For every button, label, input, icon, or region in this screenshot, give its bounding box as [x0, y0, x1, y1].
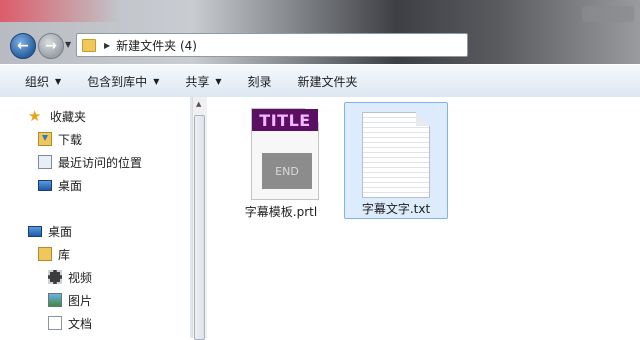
downloads-folder-icon	[38, 132, 52, 146]
nav-desktop-label: 桌面	[48, 224, 73, 239]
share-label: 共享	[185, 74, 210, 89]
forward-button[interactable]: →	[38, 33, 64, 59]
new-folder-label: 新建文件夹	[297, 74, 358, 89]
video-library-icon	[48, 270, 62, 284]
nav-item-videos[interactable]: 视频	[48, 267, 92, 287]
nav-item-label: 视频	[68, 270, 93, 285]
desktop-icon	[28, 225, 42, 237]
thumbnail-title-text: TITLE	[259, 110, 311, 130]
arrow-right-icon: →	[45, 38, 57, 54]
nav-libraries-label: 库	[58, 247, 71, 262]
back-button[interactable]: ←	[10, 33, 36, 59]
breadcrumb-chevron-icon[interactable]: ▶	[104, 41, 110, 50]
nav-item-desktop-favorite[interactable]: 桌面	[38, 175, 82, 195]
file-item-txt[interactable]: 字幕文字.txt	[344, 102, 448, 219]
background-blur	[0, 0, 120, 22]
burn-button[interactable]: 刻录	[235, 73, 285, 90]
include-in-library-label: 包含到库中	[87, 74, 148, 89]
organize-menu[interactable]: 组织 ▼	[0, 73, 74, 90]
chevron-down-icon: ▼	[215, 76, 222, 86]
nav-item-label: 文档	[68, 316, 93, 331]
burn-label: 刻录	[247, 74, 272, 89]
nav-favorites-label: 收藏夹	[50, 109, 87, 124]
scroll-up-icon[interactable]: ▲	[196, 100, 201, 108]
file-list-view[interactable]: TITLE END 字幕模板.prtl 字幕文字.txt	[207, 97, 640, 338]
nav-item-label: 图片	[68, 293, 93, 308]
nav-item-recent-places[interactable]: 最近访问的位置	[38, 152, 142, 172]
nav-item-label: 下载	[58, 132, 83, 147]
page-fold	[416, 112, 430, 126]
include-in-library-menu[interactable]: 包含到库中 ▼	[74, 73, 172, 90]
nav-item-label: 桌面	[58, 178, 83, 193]
organize-label: 组织	[25, 74, 50, 89]
star-icon: ★	[28, 107, 42, 125]
chevron-down-icon: ▼	[153, 76, 160, 86]
nav-scrollbar[interactable]: ▲	[192, 97, 208, 340]
command-toolbar: 组织 ▼ 包含到库中 ▼ 共享 ▼ 刻录 新建文件夹	[0, 64, 640, 98]
nav-desktop[interactable]: 桌面	[28, 221, 72, 241]
nav-libraries[interactable]: 库	[38, 244, 70, 264]
chevron-down-icon: ▼	[55, 76, 62, 86]
nav-item-documents[interactable]: 文档	[48, 313, 92, 333]
recent-places-icon	[38, 155, 52, 169]
nav-item-label: 最近访问的位置	[58, 155, 143, 170]
file-name[interactable]: 字幕文字.txt	[345, 200, 447, 217]
text-file-icon	[362, 112, 430, 198]
navigation-pane: ★ 收藏夹 下载 最近访问的位置 桌面 桌面 库 视频 图片 文档	[0, 97, 190, 338]
window-titlebar: ← → ▼ ▶ 新建文件夹 (4)	[0, 0, 640, 64]
picture-library-icon	[48, 293, 62, 307]
nav-favorites[interactable]: ★ 收藏夹	[28, 106, 86, 126]
library-icon	[38, 247, 52, 261]
folder-icon	[82, 38, 96, 52]
share-menu[interactable]: 共享 ▼	[172, 73, 234, 90]
desktop-icon	[38, 179, 52, 191]
breadcrumb-current-folder[interactable]: 新建文件夹 (4)	[116, 37, 197, 54]
history-dropdown-icon[interactable]: ▼	[65, 40, 71, 49]
file-name[interactable]: 字幕模板.prtl	[231, 203, 331, 220]
new-folder-button[interactable]: 新建文件夹	[285, 73, 371, 90]
nav-item-downloads[interactable]: 下载	[38, 129, 82, 149]
thumbnail-end-block: END	[262, 153, 312, 189]
nav-item-pictures[interactable]: 图片	[48, 290, 92, 310]
address-bar[interactable]: ▶ 新建文件夹 (4)	[76, 33, 468, 57]
thumbnail-title-banner: TITLE	[252, 109, 318, 131]
thumbnail-end-text: END	[275, 164, 299, 178]
scroll-thumb[interactable]	[194, 115, 205, 340]
background-blur-text	[582, 6, 634, 22]
file-item-prtl[interactable]: TITLE END 字幕模板.prtl	[231, 105, 331, 223]
document-library-icon	[48, 316, 62, 330]
arrow-left-icon: ←	[17, 38, 29, 54]
premiere-title-thumbnail: TITLE END	[251, 108, 319, 200]
